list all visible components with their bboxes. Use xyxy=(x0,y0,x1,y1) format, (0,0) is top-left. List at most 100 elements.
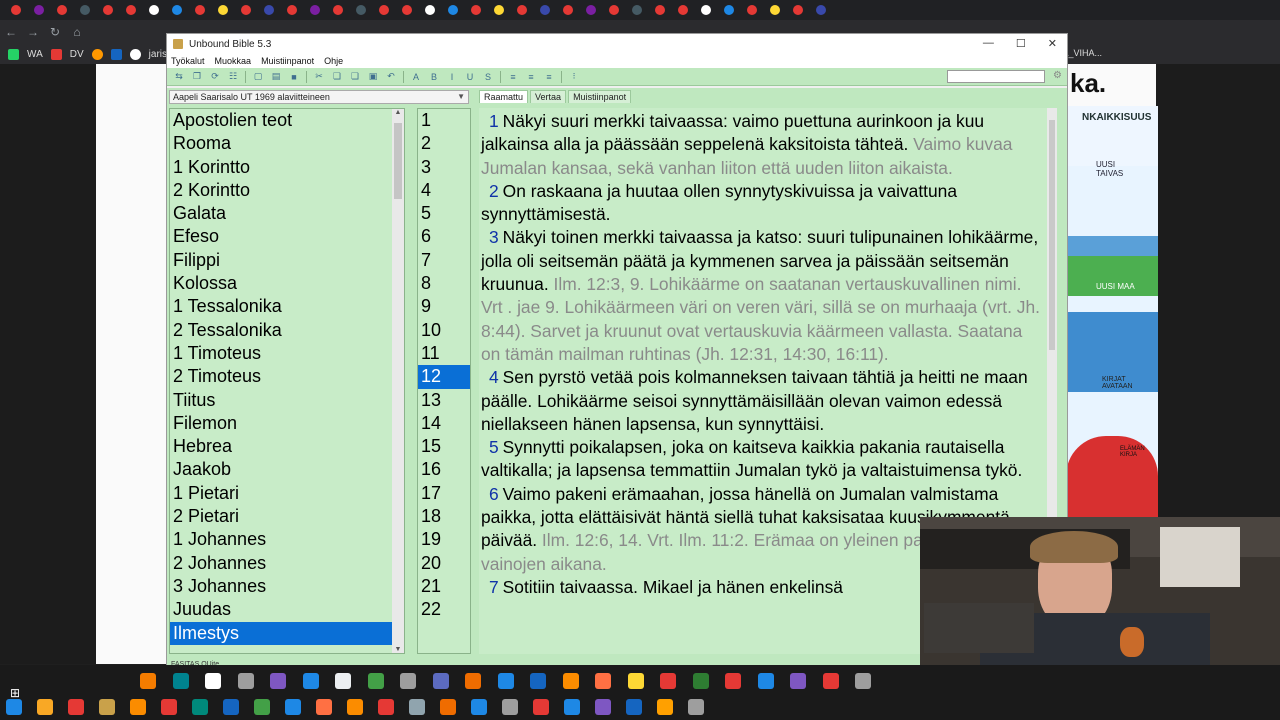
open-icon[interactable]: ▤ xyxy=(270,71,282,82)
book-item[interactable]: Juudas xyxy=(170,598,402,621)
font-icon[interactable]: A xyxy=(410,71,422,82)
refresh-icon[interactable]: ⟳ xyxy=(209,71,221,82)
browser-tab[interactable] xyxy=(397,3,417,17)
chapter-item[interactable]: 15 xyxy=(418,435,470,458)
browser-tab[interactable] xyxy=(742,3,762,17)
taskbar-app-icon[interactable] xyxy=(660,672,676,689)
verse-number[interactable]: 2 xyxy=(489,181,499,201)
browser-tab[interactable] xyxy=(466,3,486,17)
browser-tab[interactable] xyxy=(811,3,831,17)
book-item[interactable]: Galata xyxy=(170,202,402,225)
browser-tab[interactable] xyxy=(765,3,785,17)
browser-tab[interactable] xyxy=(374,3,394,17)
chapter-item[interactable]: 5 xyxy=(418,202,470,225)
taskbar-app-icon[interactable] xyxy=(502,698,518,715)
taskbar-app-icon[interactable] xyxy=(237,672,254,689)
verse-number[interactable]: 5 xyxy=(489,437,499,457)
book-list[interactable]: Apostolien teot Rooma 1 Korintto 2 Korintto… xyxy=(169,108,405,654)
book-item[interactable]: 2 Korintto xyxy=(170,179,402,202)
browser-tab[interactable] xyxy=(282,3,302,17)
taskbar-app-icon[interactable] xyxy=(595,698,611,715)
chapter-item[interactable]: 11 xyxy=(418,342,470,365)
book-item[interactable]: Ilmestys xyxy=(170,621,402,645)
chapter-list[interactable]: 1 2 3 4 5 6 7 8 9 10 11 12 13 14 15 16 17 18 19 20 21 22 xyxy=(417,108,471,654)
taskbar-app-icon[interactable] xyxy=(140,672,156,689)
book-item[interactable]: 2 Tessalonika xyxy=(170,319,402,342)
taskbar-app-icon[interactable] xyxy=(530,672,546,689)
browser-tab[interactable] xyxy=(604,3,624,17)
book-item[interactable]: 2 Pietari xyxy=(170,505,402,528)
browser-tab[interactable] xyxy=(650,3,670,17)
browser-tab[interactable] xyxy=(673,3,693,17)
home-icon[interactable]: ⌂ xyxy=(66,25,88,39)
verse-number[interactable]: 6 xyxy=(489,484,499,504)
taskbar-app-icon[interactable] xyxy=(409,698,425,715)
bookmark-icon[interactable] xyxy=(110,48,122,60)
taskbar-app-icon[interactable] xyxy=(68,698,84,715)
menu-muistiinpanot[interactable]: Muistiinpanot xyxy=(261,56,314,66)
taskbar-app-icon[interactable] xyxy=(270,672,286,689)
book-item[interactable]: Efeso xyxy=(170,225,402,248)
scrollbar-thumb[interactable] xyxy=(394,123,402,199)
minimize-icon[interactable]: — xyxy=(983,37,994,50)
book-item[interactable]: 1 Tessalonika xyxy=(170,295,402,318)
save-icon[interactable]: ■ xyxy=(288,71,300,82)
wordpress-icon[interactable] xyxy=(129,48,141,60)
chapter-item[interactable]: 18 xyxy=(418,505,470,528)
compare-icon[interactable]: ☷ xyxy=(227,71,239,82)
browser-tab[interactable] xyxy=(29,3,49,17)
scrollbar-thumb[interactable] xyxy=(1049,120,1055,350)
chapter-item[interactable]: 8 xyxy=(418,272,470,295)
scroll-up-icon[interactable]: ▲ xyxy=(392,109,404,116)
taskbar-app-icon[interactable] xyxy=(471,698,487,715)
taskbar-app-icon[interactable] xyxy=(316,698,332,715)
taskbar-app-icon[interactable] xyxy=(790,672,806,689)
book-item[interactable]: 1 Timoteus xyxy=(170,342,402,365)
browser-tab[interactable] xyxy=(213,3,233,17)
taskbar-app-icon[interactable] xyxy=(192,698,208,715)
verse-number[interactable]: 7 xyxy=(489,577,499,597)
search-icon[interactable]: ⚙ xyxy=(1053,70,1062,81)
taskbar-app-icon[interactable] xyxy=(595,672,611,689)
taskbar-app-icon[interactable] xyxy=(688,698,704,715)
navigate-icon[interactable]: ⇆ xyxy=(173,71,185,82)
taskbar-app-icon[interactable] xyxy=(692,672,709,689)
browser-tab[interactable] xyxy=(581,3,601,17)
chapter-item[interactable]: 14 xyxy=(418,412,470,435)
cut-icon[interactable]: ✂ xyxy=(313,71,325,82)
align-right-icon[interactable]: ≡ xyxy=(543,71,555,82)
book-item[interactable]: Filemon xyxy=(170,412,402,435)
list-icon[interactable]: ⁝ xyxy=(568,71,580,82)
chapter-item[interactable]: 6 xyxy=(418,225,470,248)
chapter-item[interactable]: 13 xyxy=(418,389,470,412)
browser-tab[interactable] xyxy=(443,3,463,17)
taskbar-app-icon[interactable] xyxy=(432,672,449,689)
taskbar-app-icon[interactable] xyxy=(822,672,839,689)
taskbar-app-icon[interactable] xyxy=(757,672,774,689)
taskbar-app-icon[interactable] xyxy=(302,672,319,689)
browser-tab[interactable] xyxy=(627,3,647,17)
chapter-item[interactable]: 9 xyxy=(418,295,470,318)
taskbar-app-icon[interactable] xyxy=(533,698,549,715)
taskbar-app-icon[interactable] xyxy=(657,698,673,715)
browser-tab[interactable] xyxy=(558,3,578,17)
taskbar-app-icon[interactable] xyxy=(465,672,481,689)
chapter-item[interactable]: 2 xyxy=(418,132,470,155)
taskbar-app-icon[interactable] xyxy=(725,672,741,689)
menu-ohje[interactable]: Ohje xyxy=(324,56,343,66)
taskbar-app-icon[interactable] xyxy=(161,698,177,715)
browser-tab[interactable] xyxy=(98,3,118,17)
book-item[interactable]: 2 Timoteus xyxy=(170,365,402,388)
taskbar-app-icon[interactable] xyxy=(855,672,871,689)
browser-tab[interactable] xyxy=(351,3,371,17)
align-center-icon[interactable]: ≡ xyxy=(525,71,537,82)
browser-tab[interactable] xyxy=(535,3,555,17)
browser-tab[interactable] xyxy=(305,3,325,17)
bookmark-icon[interactable] xyxy=(91,48,103,60)
taskbar-app-icon[interactable] xyxy=(367,672,384,689)
menu-muokkaa[interactable]: Muokkaa xyxy=(215,56,252,66)
browser-tab[interactable] xyxy=(6,3,26,17)
book-item[interactable]: 2 Johannes xyxy=(170,552,402,575)
book-item[interactable]: Kolossa xyxy=(170,272,402,295)
taskbar-app-icon[interactable] xyxy=(285,698,301,715)
